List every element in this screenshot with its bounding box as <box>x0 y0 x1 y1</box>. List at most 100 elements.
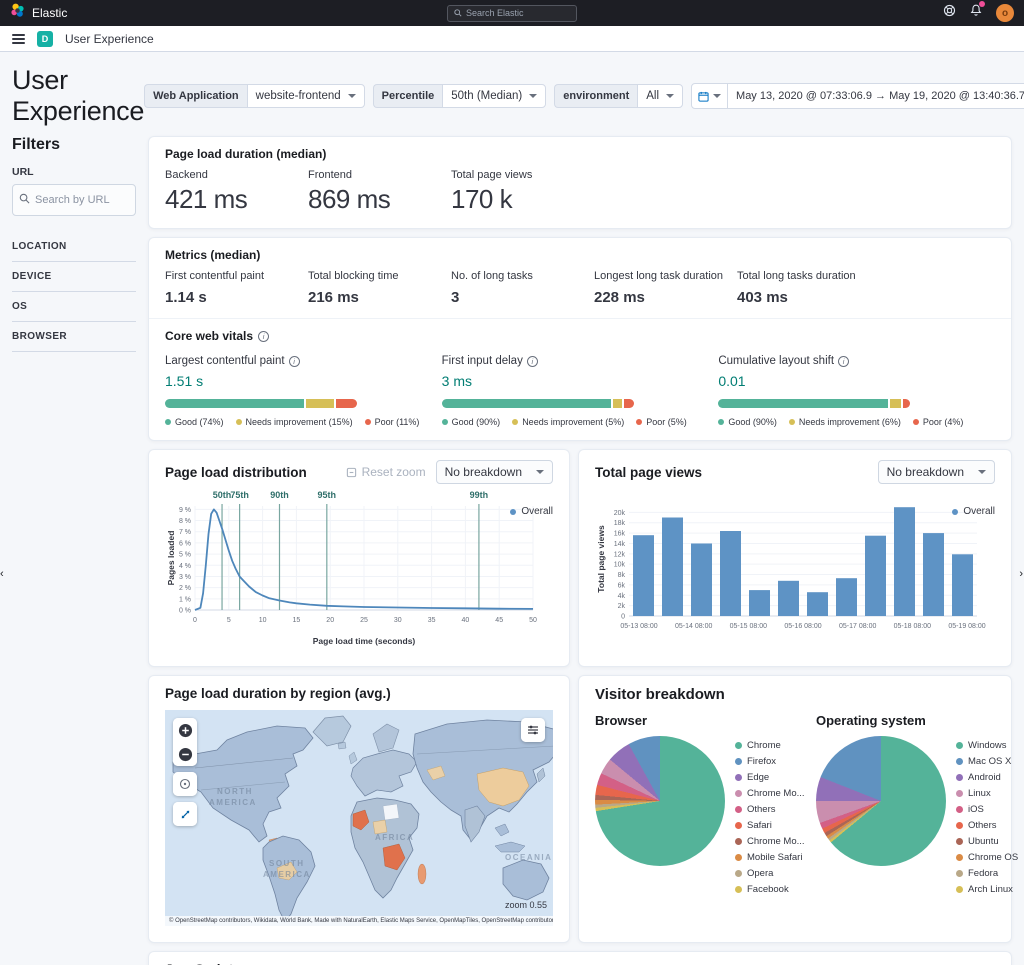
pie-legend-item[interactable]: Others <box>956 820 1018 831</box>
user-avatar[interactable]: o <box>996 4 1014 22</box>
pie-legend-item[interactable]: Chrome <box>735 740 805 751</box>
sidebar-section-device[interactable]: DEVICE <box>12 262 136 292</box>
breakdown-select[interactable]: No breakdown <box>877 460 995 484</box>
percentile-select[interactable]: 50th (Median) <box>442 84 547 108</box>
pie-legend-item[interactable]: Linux <box>956 788 1018 799</box>
pie-legend-item[interactable]: Mobile Safari <box>735 852 805 863</box>
pie-legend-item[interactable]: Safari <box>735 820 805 831</box>
metric-value: 403 ms <box>737 289 788 306</box>
sidebar-section-os[interactable]: OS <box>12 292 136 322</box>
legend-poor: Poor (4%) <box>912 417 963 427</box>
map-expand-icon[interactable] <box>173 802 197 826</box>
bar[interactable] <box>778 580 799 616</box>
svg-text:Pages loaded: Pages loaded <box>166 531 176 586</box>
info-icon[interactable] <box>526 355 538 367</box>
filters-title: Filters <box>12 136 61 153</box>
bar[interactable] <box>633 535 654 616</box>
info-icon[interactable] <box>288 355 300 367</box>
pie-legend-item[interactable]: Chrome Mo... <box>735 836 805 847</box>
legend-label: Windows <box>968 740 1007 751</box>
legend-dot <box>735 774 742 781</box>
pie-legend-item[interactable]: Opera <box>735 868 805 879</box>
pie-legend-item[interactable]: Mac OS X <box>956 756 1018 767</box>
environment-select[interactable]: All <box>637 84 684 108</box>
info-icon[interactable] <box>258 330 270 342</box>
legend-label: Chrome <box>747 740 781 751</box>
svg-text:90th: 90th <box>270 490 289 500</box>
bar[interactable] <box>662 517 683 617</box>
pie-legend-item[interactable]: Windows <box>956 740 1018 751</box>
pie-legend-item[interactable]: Arch Linux <box>956 884 1018 895</box>
bar[interactable] <box>952 554 973 616</box>
pie-legend-item[interactable]: Ubuntu <box>956 836 1018 847</box>
bar[interactable] <box>749 590 770 616</box>
map-layers-button[interactable] <box>521 718 545 742</box>
page-load-distribution-chart[interactable]: 0 5 10 15 20 25 30 35 40 45 50 0 % 1 % 2 % 3 % 4 % 5 % 6 … <box>165 488 563 648</box>
pie-legend-item[interactable]: Edge <box>735 772 805 783</box>
pie-legend-item[interactable]: Chrome Mo... <box>735 788 805 799</box>
svg-text:15: 15 <box>293 617 301 624</box>
bar[interactable] <box>691 543 712 617</box>
menu-hamburger-icon[interactable] <box>12 33 25 44</box>
stat-label: Backend <box>165 169 208 181</box>
chevron-down-icon <box>666 94 675 98</box>
global-search-input[interactable] <box>466 8 570 18</box>
pie-legend-item[interactable]: Fedora <box>956 868 1018 879</box>
svg-text:20: 20 <box>326 617 334 624</box>
vital-bar-segment <box>165 399 305 408</box>
bar[interactable] <box>894 507 915 616</box>
map-zoom-out-button[interactable] <box>173 742 197 766</box>
date-range-value[interactable]: May 13, 2020 @ 07:33:06.9 → May 19, 2020… <box>728 83 1024 109</box>
os-breakdown: Operating system Windows Mac OS X Android L… <box>816 713 1018 895</box>
reset-zoom-button[interactable]: Reset zoom <box>346 465 426 479</box>
world-map[interactable]: NORTH AMERICA SOUTH AMERICA AFRICA OCEAN… <box>165 710 553 926</box>
calendar-dropdown-button[interactable] <box>691 83 729 109</box>
bar[interactable] <box>720 531 741 616</box>
url-search-input[interactable] <box>35 194 129 206</box>
vital-bar-segment <box>306 399 335 408</box>
bar[interactable] <box>807 592 828 616</box>
elastic-logo[interactable] <box>10 3 25 23</box>
legend-label: Chrome OS <box>968 852 1019 863</box>
help-icon[interactable] <box>943 4 956 22</box>
sidebar-section-browser[interactable]: BROWSER <box>12 322 136 352</box>
pie-legend-item[interactable]: Chrome OS <box>956 852 1018 863</box>
map-attribution[interactable]: © OpenStreetMap contributors, Wikidata, … <box>165 916 553 926</box>
chevron-down-icon <box>536 470 544 474</box>
svg-text:4k: 4k <box>618 593 626 600</box>
dashboard-app-icon[interactable]: D <box>37 30 53 47</box>
svg-text:75th: 75th <box>230 490 249 500</box>
legend-dot <box>956 854 963 861</box>
notifications-bell-icon[interactable] <box>970 1 985 22</box>
info-icon[interactable] <box>838 355 850 367</box>
url-search-box[interactable] <box>12 184 136 216</box>
svg-text:16k: 16k <box>614 531 626 538</box>
web-application-select[interactable]: website-frontend <box>246 84 365 108</box>
pie-legend-item[interactable]: iOS <box>956 804 1018 815</box>
chevron-down-icon <box>529 94 538 98</box>
total-page-views-chart[interactable]: 0 2k 4k 6k 8k 10k 12k 14k 16k 18k 20k 05-13 08:00 05… <box>595 488 1005 644</box>
pie-legend-item[interactable]: Android <box>956 772 1018 783</box>
bar[interactable] <box>923 533 944 616</box>
edge-scroll-right-icon[interactable]: › <box>1019 568 1023 580</box>
pie-legend-item[interactable]: Facebook <box>735 884 805 895</box>
global-search[interactable] <box>447 4 577 22</box>
breadcrumb[interactable]: User Experience <box>65 32 154 46</box>
legend-poor: Poor (5%) <box>636 417 687 427</box>
svg-text:05-19 08:00: 05-19 08:00 <box>948 623 985 630</box>
chart-legend-overall[interactable]: Overall <box>952 506 995 517</box>
os-pie-chart[interactable] <box>816 736 946 866</box>
sidebar-section-location[interactable]: LOCATION <box>12 232 136 262</box>
bar[interactable] <box>836 578 857 616</box>
chart-legend-overall[interactable]: Overall <box>510 506 553 517</box>
map-zoom-in-button[interactable] <box>173 718 197 742</box>
svg-text:95th: 95th <box>318 490 337 500</box>
breakdown-select[interactable]: No breakdown <box>435 460 553 484</box>
map-set-view-button[interactable] <box>173 772 197 796</box>
bar[interactable] <box>865 535 886 616</box>
pie-legend-item[interactable]: Firefox <box>735 756 805 767</box>
edge-scroll-left-icon[interactable]: ‹ <box>0 568 4 580</box>
vital-bar-segment <box>612 399 623 408</box>
browser-pie-chart[interactable] <box>595 736 725 866</box>
pie-legend-item[interactable]: Others <box>735 804 805 815</box>
